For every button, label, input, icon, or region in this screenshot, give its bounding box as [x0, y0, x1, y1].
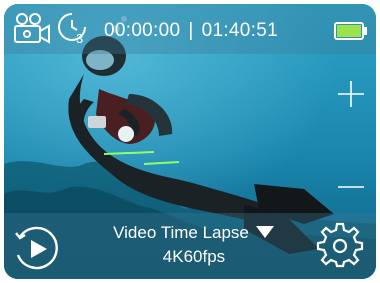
- timer-icon[interactable]: 3: [56, 10, 90, 46]
- play-icon[interactable]: [12, 225, 60, 273]
- gear-icon[interactable]: [316, 221, 364, 269]
- minus-icon[interactable]: [336, 172, 366, 202]
- status-bar: 3 00:00:00 | 01:40:51: [4, 4, 376, 54]
- mode-name: Video Time Lapse: [113, 223, 249, 242]
- mode-name-row[interactable]: Video Time Lapse: [94, 223, 294, 244]
- mode-bar: Video Time Lapse 4K60fps: [4, 213, 376, 279]
- time-separator: |: [188, 20, 194, 41]
- plus-icon[interactable]: [336, 79, 366, 109]
- timer-value: 3: [76, 31, 83, 46]
- camera-screen: 3 00:00:00 | 01:40:51 Video Time Lapse 4…: [4, 4, 376, 279]
- mode-resolution: 4K60fps: [162, 246, 226, 266]
- elapsed-time: 00:00:00: [104, 20, 181, 41]
- battery-icon: [334, 22, 368, 40]
- video-camera-icon[interactable]: [12, 11, 52, 45]
- timecode: 00:00:00 | 01:40:51: [104, 20, 278, 42]
- mode-selector[interactable]: Video Time Lapse 4K60fps: [94, 223, 294, 267]
- remaining-time: 01:40:51: [201, 20, 278, 41]
- caret-down-icon: [255, 224, 275, 244]
